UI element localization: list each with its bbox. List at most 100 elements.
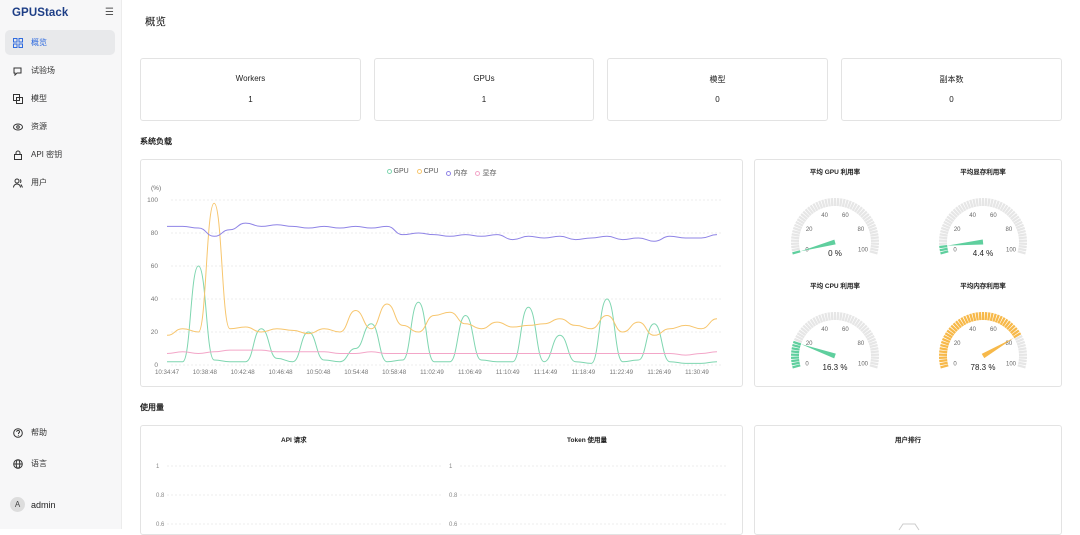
- gauge-scale-label: 40: [821, 327, 828, 333]
- y-tick-label: 40: [151, 296, 159, 303]
- page-title: 概览: [145, 14, 166, 29]
- series-line-显存: [167, 350, 717, 355]
- x-tick-label: 11:02:49: [420, 369, 444, 376]
- gauge-tick: [1018, 365, 1026, 367]
- gauge-tick: [940, 348, 948, 349]
- gauge-scale-label: 20: [954, 227, 961, 233]
- gauge-tick: [838, 198, 839, 206]
- gauge-scale-label: 0: [805, 362, 809, 368]
- stat-card-models: 模型 0: [607, 58, 828, 121]
- x-tick-label: 11:06:49: [458, 369, 482, 376]
- gauge-tick: [1018, 345, 1026, 347]
- sidebar-item-label: 概览: [31, 37, 47, 48]
- gauge-tick: [1018, 234, 1026, 235]
- resources-icon: [13, 122, 23, 132]
- gauge-tick: [792, 345, 800, 347]
- x-tick-label: 11:14:49: [534, 369, 558, 376]
- system-load-chart-card: GPU CPU 内存 显存 (%)02040608010010:34:4710:…: [140, 159, 743, 387]
- y-tick-label: 1: [449, 464, 453, 470]
- gauge-scale-label: 80: [1005, 227, 1012, 233]
- x-tick-label: 10:58:48: [382, 369, 407, 376]
- gauge-tick: [792, 348, 800, 349]
- sidebar-item-label: 试验场: [31, 65, 55, 76]
- help-button[interactable]: 帮助: [5, 420, 115, 445]
- sidebar-item-label: 模型: [31, 93, 47, 104]
- gauge-tick: [825, 313, 827, 321]
- dashboard-icon: [13, 38, 23, 48]
- gauge-tick: [939, 360, 947, 361]
- stat-label: 副本数: [842, 74, 1061, 85]
- y-tick-label: 0.8: [449, 493, 458, 499]
- gauge-tick: [832, 198, 833, 206]
- gauge-tick: [991, 199, 993, 207]
- gauge-tick: [792, 251, 800, 253]
- gauge-tick: [973, 313, 975, 321]
- x-tick-label: 11:22:49: [609, 369, 633, 376]
- user-menu[interactable]: A admin: [10, 497, 56, 512]
- sidebar-item-models[interactable]: 模型: [5, 86, 115, 111]
- gauge-tick: [973, 199, 975, 207]
- gauge-scale-label: 80: [857, 341, 864, 347]
- gauge-tick: [970, 200, 972, 208]
- gauge-tick: [939, 246, 947, 247]
- gauge-tick: [870, 234, 878, 235]
- stat-card-workers: Workers 1: [140, 58, 361, 121]
- stat-value: 1: [141, 95, 360, 104]
- gauge-tick: [1018, 348, 1026, 349]
- stat-label: 模型: [608, 74, 827, 85]
- language-button[interactable]: 语言: [5, 451, 115, 476]
- y-tick-label: 0.6: [449, 522, 458, 528]
- gauge-tick: [940, 231, 948, 233]
- sidebar-item-label: API 密钥: [31, 149, 62, 160]
- gauge-tick: [993, 200, 995, 208]
- x-tick-label: 11:10:49: [496, 369, 520, 376]
- usage-charts: 10.80.610.80.6: [141, 426, 742, 534]
- utilization-gauges: 平均 GPU 利用率0204060801000 %平均显存利用率02040608…: [755, 160, 1061, 386]
- gauge-tick: [822, 200, 824, 208]
- sidebar-item-api-keys[interactable]: API 密钥: [5, 142, 115, 167]
- gauge-tick: [870, 348, 878, 349]
- gauge-tick: [1018, 251, 1026, 253]
- gauge-scale-label: 20: [806, 227, 813, 233]
- gauge-tick: [986, 312, 987, 320]
- gauge-scale-label: 0: [953, 248, 957, 254]
- gauge-value: 78.3 %: [971, 363, 996, 372]
- gauge-tick: [870, 345, 878, 347]
- gauge-needle: [947, 240, 983, 246]
- gauge-tick: [825, 199, 827, 207]
- gauge-scale-label: 40: [821, 213, 828, 219]
- app-logo[interactable]: GPUStack: [12, 7, 68, 19]
- gauge-tick: [871, 360, 879, 361]
- x-tick-label: 11:18:49: [572, 369, 596, 376]
- menu-fold-icon[interactable]: ☰: [105, 7, 114, 18]
- gauge-tick: [991, 313, 993, 321]
- gauge-tick: [840, 198, 841, 206]
- y-tick-label: 80: [151, 230, 159, 237]
- empty-state-icon: [755, 426, 1061, 534]
- sidebar-item-label: 用户: [31, 177, 47, 188]
- gauge-tick: [843, 313, 845, 321]
- sidebar-item-label: 资源: [31, 121, 47, 132]
- stat-label: GPUs: [375, 74, 593, 83]
- y-tick-label: 0: [154, 362, 158, 369]
- gauge-tick: [970, 314, 972, 322]
- gauge-tick: [829, 198, 830, 206]
- gauge-tick: [870, 231, 878, 233]
- avatar: A: [10, 497, 25, 512]
- sidebar-item-users[interactable]: 用户: [5, 170, 115, 195]
- users-icon: [13, 178, 23, 188]
- system-load-line-chart: (%)02040608010010:34:4710:38:4810:42:481…: [141, 160, 742, 386]
- gauge-title: 平均显存利用率: [960, 167, 1006, 176]
- gauge-tick: [977, 198, 978, 206]
- user-name: admin: [31, 500, 56, 510]
- gauge-tick: [791, 360, 799, 361]
- sidebar-item-playground[interactable]: 试验场: [5, 58, 115, 83]
- gauge-title: 平均 CPU 利用率: [810, 281, 860, 290]
- gauge-tick: [986, 198, 987, 206]
- sidebar-item-overview[interactable]: 概览: [5, 30, 115, 55]
- gauge-scale-label: 20: [954, 341, 961, 347]
- gauge-tick: [871, 246, 879, 247]
- gauge-tick: [993, 314, 995, 322]
- y-tick-label: 1: [156, 464, 160, 470]
- sidebar-item-resources[interactable]: 资源: [5, 114, 115, 139]
